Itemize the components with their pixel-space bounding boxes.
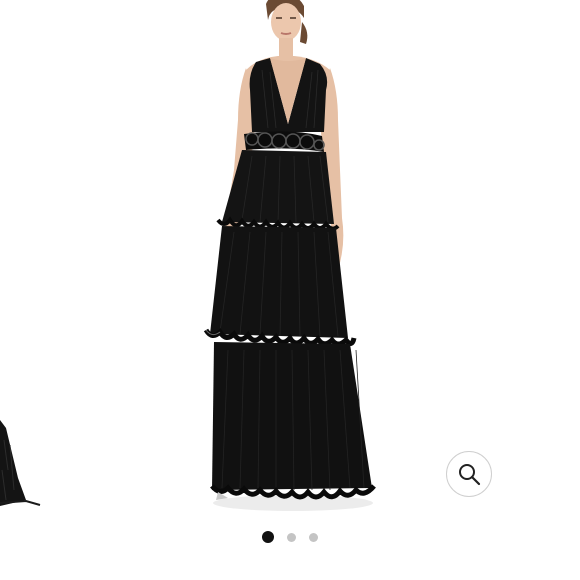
product-image-gallery[interactable] (0, 0, 580, 515)
zoom-button[interactable] (446, 451, 492, 497)
pagination-dot-1[interactable] (262, 531, 274, 543)
magnifier-icon (459, 464, 481, 486)
previous-slide-peek[interactable] (0, 0, 60, 515)
carousel-pagination (0, 528, 580, 546)
product-image[interactable] (170, 0, 410, 515)
pagination-dot-2[interactable] (287, 532, 296, 542)
pagination-dot-3[interactable] (309, 532, 318, 542)
